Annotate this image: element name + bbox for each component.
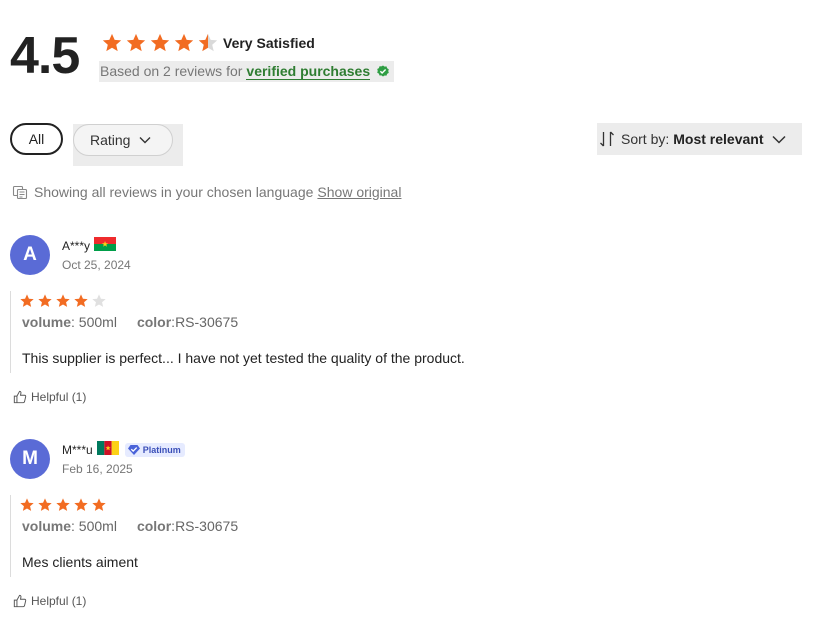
sort-value: Most relevant: [673, 131, 764, 147]
star-full-icon: [20, 294, 34, 307]
review-card: A A***y Oct 25, 2024 volume: 500ml color…: [10, 235, 810, 415]
star-full-icon: [92, 498, 106, 511]
rating-filter-wrapper: Rating: [73, 124, 183, 166]
sort-prefix: Sort by:: [621, 131, 670, 147]
satisfaction-label: Very Satisfied: [223, 35, 315, 51]
star-full-icon: [56, 294, 70, 307]
star-full-icon: [74, 498, 88, 511]
based-on-text: Based on 2 reviews for: [100, 63, 243, 79]
review-card: M M***u Platinum Feb 16, 2025 volume: 50…: [10, 439, 810, 619]
star-empty-icon: [92, 294, 106, 307]
attr-value: 500ml: [78, 518, 117, 534]
average-stars: [101, 32, 219, 54]
avatar: A: [10, 235, 50, 275]
thumbs-up-icon: [13, 594, 27, 608]
helpful-button[interactable]: Helpful (1): [13, 390, 86, 404]
rating-filter-dropdown[interactable]: Rating: [73, 124, 173, 156]
chevron-down-icon: [771, 135, 786, 144]
attr-key: volume: [22, 518, 72, 534]
diamond-check-icon: [127, 444, 140, 455]
attr-value: 500ml: [78, 314, 117, 330]
language-notice-text: Showing all reviews in your chosen langu…: [34, 184, 314, 200]
star-full-icon: [102, 33, 122, 52]
reviewer-info: A***y: [62, 237, 117, 254]
sort-icon: [600, 131, 614, 147]
filter-all-button[interactable]: All: [10, 123, 63, 155]
star-full-icon: [174, 33, 194, 52]
reviewer-name: A***y: [62, 238, 91, 253]
review-text: This supplier is perfect... I have not y…: [22, 350, 465, 366]
avatar: M: [10, 439, 50, 479]
product-attributes: volume: 500ml color: RS-30675: [22, 518, 239, 534]
helpful-label: Helpful (1): [31, 594, 87, 608]
star-full-icon: [150, 33, 170, 52]
star-full-icon: [38, 294, 52, 307]
platinum-badge: Platinum: [124, 442, 185, 457]
helpful-button[interactable]: Helpful (1): [13, 594, 86, 608]
star-full-icon: [56, 498, 70, 511]
attr-key: color: [136, 314, 172, 330]
burkina-faso-flag-icon: [94, 237, 117, 254]
thumbs-up-icon: [13, 390, 27, 404]
review-text: Mes clients aiment: [22, 554, 138, 570]
cameroon-flag-icon: [96, 441, 119, 458]
star-full-icon: [126, 33, 146, 52]
star-full-icon: [74, 294, 88, 307]
average-score: 4.5: [10, 27, 80, 85]
helpful-label: Helpful (1): [31, 390, 87, 404]
language-notice: Showing all reviews in your chosen langu…: [12, 184, 401, 200]
product-attributes: volume: 500ml color: RS-30675: [22, 314, 239, 330]
review-stars: [19, 497, 107, 513]
chevron-down-icon: [139, 137, 151, 144]
attr-key: volume: [22, 314, 72, 330]
attr-key: color: [136, 518, 172, 534]
reviewer-name: M***u: [62, 442, 93, 457]
verified-purchases-link[interactable]: verified purchases: [246, 63, 371, 80]
translate-icon: [12, 185, 28, 200]
star-full-icon: [20, 498, 34, 511]
attr-value: RS-30675: [175, 314, 239, 330]
badge-label: Platinum: [142, 444, 181, 455]
show-original-link[interactable]: Show original: [317, 184, 401, 200]
review-body: volume: 500ml color: RS-30675 This suppli…: [10, 291, 800, 373]
review-date: Oct 25, 2024: [62, 258, 131, 272]
verified-badge-icon: [376, 65, 390, 82]
sort-dropdown[interactable]: Sort by: Most relevant: [597, 123, 802, 155]
star-half-icon: [198, 33, 218, 52]
star-full-icon: [38, 498, 52, 511]
rating-filter-label: Rating: [90, 132, 131, 148]
reviewer-info: M***u Platinum: [62, 441, 185, 458]
review-date: Feb 16, 2025: [62, 462, 133, 476]
based-on-line: Based on 2 reviews for verified purchase…: [99, 61, 395, 82]
review-body: volume: 500ml color: RS-30675 Mes clients…: [10, 495, 800, 577]
review-stars: [19, 293, 107, 309]
attr-value: RS-30675: [175, 518, 239, 534]
